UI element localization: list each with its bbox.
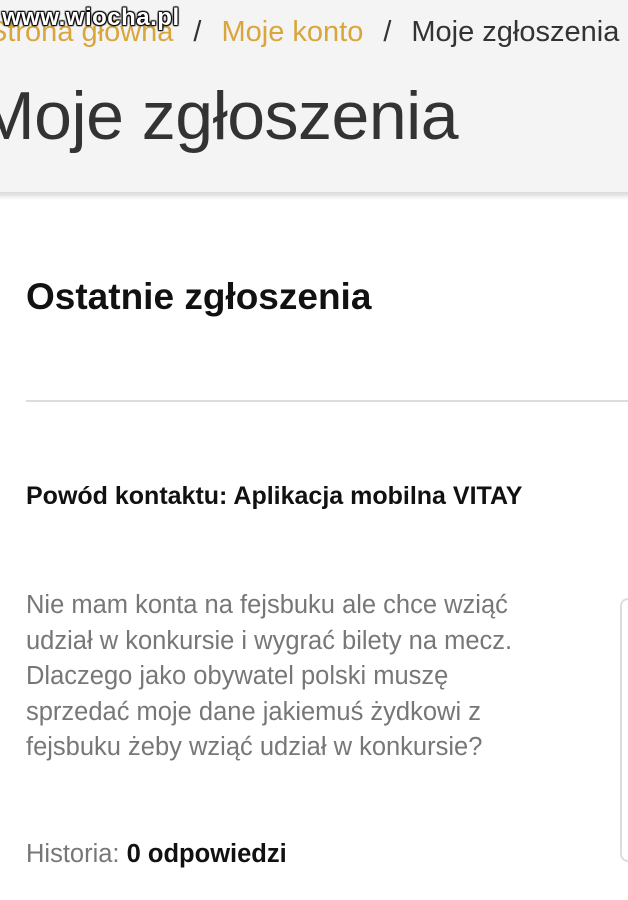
message-line: Dlaczego jako obywatel polski muszę [26, 662, 449, 690]
side-panel-edge [620, 598, 628, 862]
watermark: www.wiocha.pl [2, 4, 180, 31]
breadcrumb-separator: / [193, 16, 202, 48]
message-line: udział w konkursie i wygrać bilety na me… [26, 626, 513, 655]
message-line: Nie mam konta na fejsbuku ale chce wziąć [26, 591, 508, 619]
message-line: fejsbuku żeby wziąć udział w konkursie? [26, 733, 483, 761]
contact-reason: Powód kontaktu: Aplikacja mobilna VITAY [26, 482, 523, 510]
breadcrumb-current: Moje zgłoszenia [411, 16, 620, 48]
ticket-history: Historia: 0 odpowiedzi [26, 836, 287, 872]
message-line: sprzedać moje dane jakiemuś żydkowi z [26, 697, 481, 726]
history-count[interactable]: 0 odpowiedzi [127, 840, 287, 868]
page: Strona główna / Moje konto / Moje zgłoszenia… [0, 0, 628, 900]
divider [26, 400, 628, 402]
breadcrumb-separator: / [383, 16, 392, 48]
history-label: Historia: [26, 840, 120, 868]
section-title: Ostatnie zgłoszenia [26, 276, 372, 317]
header-shadow [0, 192, 628, 200]
ticket-message: Nie mam konta na fejsbuku ale chce wziąć… [26, 588, 616, 766]
page-title: Moje zgłoszenia [0, 78, 459, 154]
breadcrumb-account-link[interactable]: Moje konto [221, 16, 363, 48]
